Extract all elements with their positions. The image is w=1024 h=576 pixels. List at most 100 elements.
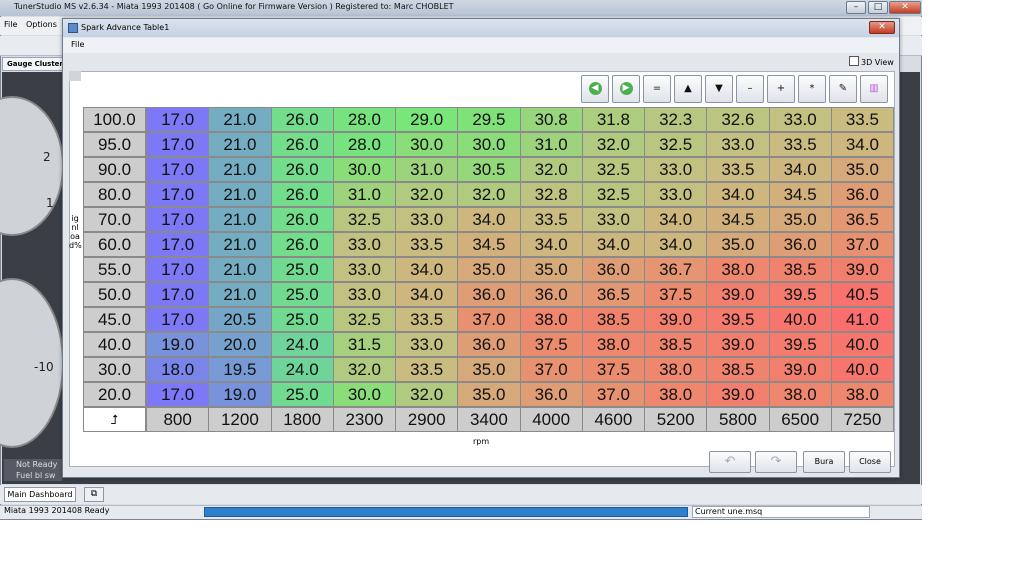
multiply-icon[interactable]: * <box>798 75 826 103</box>
table-cell[interactable]: 21.0 <box>208 157 272 182</box>
table-cell[interactable]: 40.0 <box>830 357 894 382</box>
table-cell[interactable]: 30.0 <box>332 382 396 407</box>
rpm-axis-cell[interactable]: 5800 <box>706 407 770 432</box>
table-cell[interactable]: 37.5 <box>519 332 583 357</box>
table-cell[interactable]: 38.0 <box>768 382 832 407</box>
table-cell[interactable]: 25.0 <box>270 282 334 307</box>
checkbox-icon[interactable] <box>849 56 859 66</box>
load-axis-cell[interactable]: 45.0 <box>83 307 146 332</box>
load-axis-cell[interactable]: 50.0 <box>83 282 146 307</box>
table-cell[interactable]: 17.0 <box>146 257 210 282</box>
minus-icon[interactable]: – <box>736 75 764 103</box>
new-tab-icon[interactable]: ⧉ <box>84 487 104 502</box>
table-cell[interactable]: 37.0 <box>830 232 894 257</box>
table-cell[interactable]: 29.0 <box>395 107 459 132</box>
rpm-axis-cell[interactable]: 4600 <box>581 407 645 432</box>
table-cell[interactable]: 30.0 <box>395 132 459 157</box>
resize-handle[interactable] <box>69 71 81 81</box>
rpm-axis-cell[interactable]: 800 <box>146 407 210 432</box>
table-cell[interactable]: 34.0 <box>706 182 770 207</box>
table-cell[interactable]: 34.0 <box>644 207 708 232</box>
load-axis-cell[interactable]: 100.0 <box>83 107 146 132</box>
rpm-axis-cell[interactable]: 1200 <box>208 407 272 432</box>
table-cell[interactable]: 32.5 <box>581 182 645 207</box>
table-cell[interactable]: 38.0 <box>706 257 770 282</box>
table-cell[interactable]: 19.5 <box>208 357 272 382</box>
table-cell[interactable]: 38.0 <box>644 357 708 382</box>
app-close-button[interactable]: ✕ <box>889 1 921 14</box>
table-cell[interactable]: 35.0 <box>457 382 521 407</box>
table-cell[interactable]: 25.0 <box>270 257 334 282</box>
table-cell[interactable]: 34.5 <box>706 207 770 232</box>
table-cell[interactable]: 39.5 <box>706 307 770 332</box>
table-cell[interactable]: 31.5 <box>332 332 396 357</box>
increase-icon[interactable]: ▲ <box>674 75 702 103</box>
table-cell[interactable]: 33.5 <box>768 132 832 157</box>
table-cell[interactable]: 32.0 <box>581 132 645 157</box>
axis-swap-icon[interactable]: ⮥ <box>83 407 146 432</box>
table-cell[interactable]: 33.5 <box>395 232 459 257</box>
table-cell[interactable]: 38.0 <box>519 307 583 332</box>
table-cell[interactable]: 34.5 <box>768 182 832 207</box>
load-axis-cell[interactable]: 70.0 <box>83 207 146 232</box>
table-cell[interactable]: 40.5 <box>830 282 894 307</box>
table-cell[interactable]: 32.5 <box>332 307 396 332</box>
table-cell[interactable]: 33.5 <box>519 207 583 232</box>
table-cell[interactable]: 36.0 <box>519 282 583 307</box>
table-cell[interactable]: 25.0 <box>270 382 334 407</box>
table-cell[interactable]: 33.0 <box>395 207 459 232</box>
table-cell[interactable]: 39.0 <box>644 307 708 332</box>
load-axis-cell[interactable]: 20.0 <box>83 382 146 407</box>
table-cell[interactable]: 38.0 <box>830 382 894 407</box>
table-cell[interactable]: 32.5 <box>332 207 396 232</box>
plus-icon[interactable]: + <box>767 75 795 103</box>
table-cell[interactable]: 24.0 <box>270 332 334 357</box>
table-cell[interactable]: 32.0 <box>395 182 459 207</box>
decrease-icon[interactable]: ▼ <box>705 75 733 103</box>
rpm-axis-cell[interactable]: 6500 <box>768 407 832 432</box>
table-cell[interactable]: 26.0 <box>270 182 334 207</box>
table-cell[interactable]: 39.5 <box>768 282 832 307</box>
load-axis-cell[interactable]: 80.0 <box>83 182 146 207</box>
table-cell[interactable]: 21.0 <box>208 232 272 257</box>
load-axis-cell[interactable]: 95.0 <box>83 132 146 157</box>
table-cell[interactable]: 32.5 <box>644 132 708 157</box>
burn-button[interactable]: Bura <box>803 451 845 473</box>
rpm-axis-cell[interactable]: 5200 <box>644 407 708 432</box>
table-cell[interactable]: 28.0 <box>332 132 396 157</box>
table-cell[interactable]: 38.5 <box>706 357 770 382</box>
table-cell[interactable]: 30.0 <box>332 157 396 182</box>
table-cell[interactable]: 36.7 <box>644 257 708 282</box>
table-cell[interactable]: 33.0 <box>706 132 770 157</box>
table-cell[interactable]: 26.0 <box>270 207 334 232</box>
table-cell[interactable]: 39.5 <box>768 332 832 357</box>
tab-main-dashboard[interactable]: Main Dashboard <box>4 487 76 502</box>
dialog-close-button[interactable]: ✕ <box>869 21 895 34</box>
table-cell[interactable]: 34.0 <box>581 232 645 257</box>
table-cell[interactable]: 35.0 <box>830 157 894 182</box>
load-axis-cell[interactable]: 55.0 <box>83 257 146 282</box>
rpm-axis-cell[interactable]: 7250 <box>830 407 894 432</box>
table-cell[interactable]: 33.0 <box>644 157 708 182</box>
table-cell[interactable]: 38.0 <box>644 382 708 407</box>
table-cell[interactable]: 39.0 <box>830 257 894 282</box>
table-cell[interactable]: 32.6 <box>706 107 770 132</box>
table-cell[interactable]: 19.0 <box>208 382 272 407</box>
table-cell[interactable]: 33.0 <box>581 207 645 232</box>
table-cell[interactable]: 36.0 <box>830 182 894 207</box>
table-cell[interactable]: 35.0 <box>768 207 832 232</box>
table-cell[interactable]: 21.0 <box>208 207 272 232</box>
table-cell[interactable]: 40.0 <box>830 332 894 357</box>
table-cell[interactable]: 35.0 <box>519 257 583 282</box>
table-cell[interactable]: 37.5 <box>644 282 708 307</box>
pencil-icon[interactable]: ✎ <box>829 75 857 103</box>
table-cell[interactable]: 21.0 <box>208 182 272 207</box>
table-cell[interactable]: 34.0 <box>457 207 521 232</box>
table-cell[interactable]: 32.3 <box>644 107 708 132</box>
table-cell[interactable]: 33.0 <box>332 257 396 282</box>
table-cell[interactable]: 21.0 <box>208 107 272 132</box>
table-cell[interactable]: 25.0 <box>270 307 334 332</box>
table-cell[interactable]: 28.0 <box>332 107 396 132</box>
table-cell[interactable]: 38.5 <box>581 307 645 332</box>
table-cell[interactable]: 33.0 <box>332 282 396 307</box>
